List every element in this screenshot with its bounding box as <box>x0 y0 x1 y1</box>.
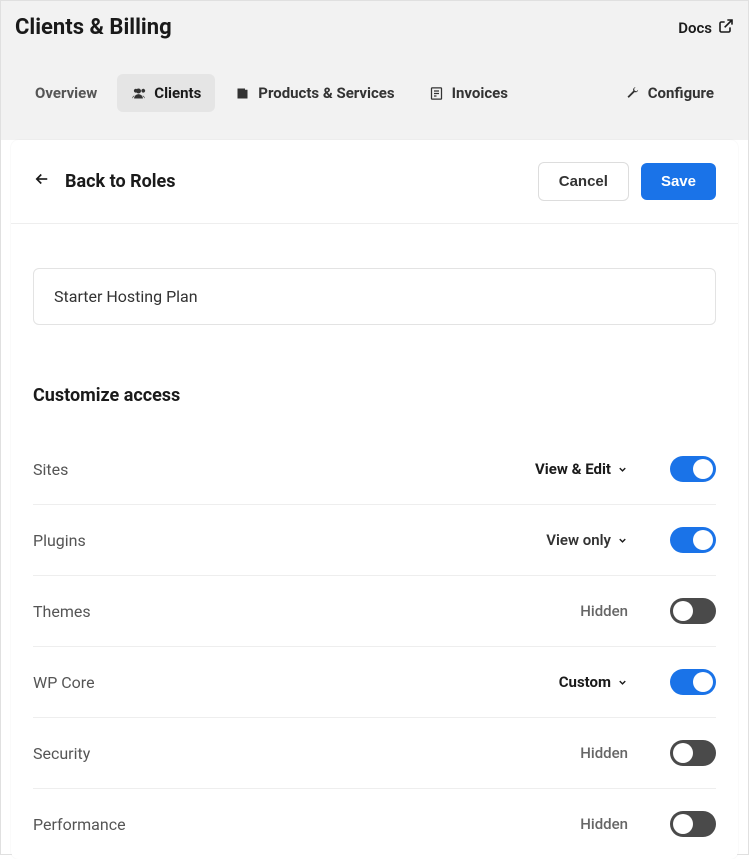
access-label: Security <box>33 744 580 763</box>
tab-label: Clients <box>154 84 201 102</box>
access-value-text: View only <box>546 531 611 549</box>
invoice-icon <box>429 86 444 101</box>
page-title: Clients & Billing <box>15 15 172 40</box>
access-row-wpcore: WP Core Custom <box>33 647 716 718</box>
access-row-themes: Themes Hidden <box>33 576 716 647</box>
tab-invoices[interactable]: Invoices <box>415 74 522 112</box>
toggle-wpcore[interactable] <box>670 669 716 695</box>
toggle-knob <box>693 672 713 692</box>
toggle-knob <box>673 814 693 834</box>
tab-configure[interactable]: Configure <box>611 74 728 112</box>
access-value-security: Hidden <box>580 744 628 762</box>
access-value-text: Hidden <box>580 815 628 833</box>
tab-overview[interactable]: Overview <box>21 74 111 112</box>
tab-label: Configure <box>648 84 714 102</box>
tab-products[interactable]: Products & Services <box>221 74 408 112</box>
external-link-icon <box>718 18 734 38</box>
chevron-down-icon <box>617 464 628 475</box>
cancel-button[interactable]: Cancel <box>538 162 629 201</box>
chevron-down-icon <box>617 535 628 546</box>
toggle-themes[interactable] <box>670 598 716 624</box>
toggle-knob <box>693 530 713 550</box>
access-label: Performance <box>33 815 580 834</box>
access-value-text: Hidden <box>580 744 628 762</box>
toggle-security[interactable] <box>670 740 716 766</box>
toggle-performance[interactable] <box>670 811 716 837</box>
tabs: Overview Clients Products & Services Inv… <box>15 54 734 140</box>
access-value-themes: Hidden <box>580 602 628 620</box>
access-dropdown-plugins[interactable]: View only <box>546 531 628 549</box>
header-region: Clients & Billing Docs Overview Clients … <box>1 1 748 140</box>
toggle-knob <box>673 601 693 621</box>
wrench-icon <box>625 86 640 101</box>
access-dropdown-wpcore[interactable]: Custom <box>559 673 628 691</box>
users-icon <box>131 86 146 101</box>
access-value-performance: Hidden <box>580 815 628 833</box>
card-body: Customize access Sites View & Edit Plugi… <box>11 224 738 859</box>
docs-link[interactable]: Docs <box>678 18 734 38</box>
tab-clients[interactable]: Clients <box>117 74 215 112</box>
access-list: Sites View & Edit Plugins View only Them… <box>33 434 716 859</box>
back-link-label: Back to Roles <box>65 171 176 192</box>
section-title: Customize access <box>33 385 716 406</box>
access-label: Sites <box>33 460 535 479</box>
access-row-security: Security Hidden <box>33 718 716 789</box>
access-row-sites: Sites View & Edit <box>33 434 716 505</box>
chevron-down-icon <box>617 677 628 688</box>
access-row-performance: Performance Hidden <box>33 789 716 859</box>
access-row-plugins: Plugins View only <box>33 505 716 576</box>
tab-label: Invoices <box>452 84 508 102</box>
access-label: Themes <box>33 602 580 621</box>
access-value-text: View & Edit <box>535 460 611 478</box>
access-dropdown-sites[interactable]: View & Edit <box>535 460 628 478</box>
save-button[interactable]: Save <box>641 163 716 200</box>
plan-name-input[interactable] <box>33 268 716 325</box>
access-value-text: Custom <box>559 673 611 691</box>
access-label: WP Core <box>33 673 559 692</box>
card-header: Back to Roles Cancel Save <box>11 140 738 224</box>
toggle-plugins[interactable] <box>670 527 716 553</box>
header-top: Clients & Billing Docs <box>15 15 734 54</box>
box-icon <box>235 86 250 101</box>
access-label: Plugins <box>33 531 546 550</box>
tab-label: Products & Services <box>258 84 394 102</box>
access-value-text: Hidden <box>580 602 628 620</box>
arrow-left-icon <box>33 170 51 193</box>
tab-label: Overview <box>35 84 97 102</box>
toggle-knob <box>673 743 693 763</box>
back-to-roles-link[interactable]: Back to Roles <box>33 170 176 193</box>
main-card: Back to Roles Cancel Save Customize acce… <box>11 140 738 859</box>
docs-link-label: Docs <box>678 19 712 37</box>
toggle-knob <box>693 459 713 479</box>
toggle-sites[interactable] <box>670 456 716 482</box>
